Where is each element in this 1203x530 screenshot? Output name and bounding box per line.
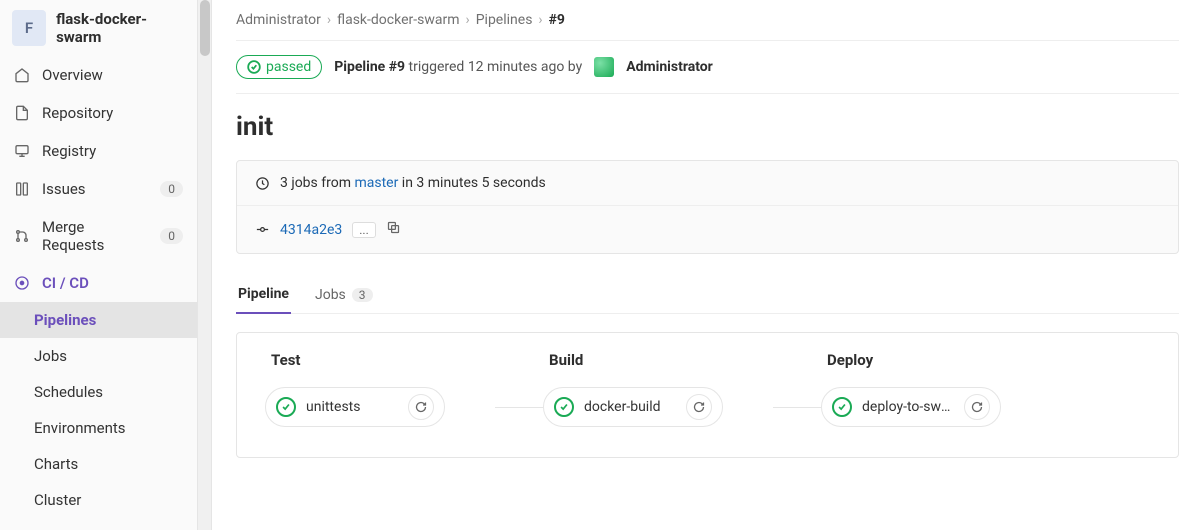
subnav-schedules[interactable]: Schedules <box>0 374 197 410</box>
cicd-icon <box>14 275 30 291</box>
user-avatar[interactable] <box>594 57 614 77</box>
stage-connector <box>495 407 543 408</box>
status-passed-icon <box>276 397 296 417</box>
sidebar-item-issues[interactable]: Issues 0 <box>0 170 197 208</box>
job-name: unittests <box>306 399 398 415</box>
retry-button[interactable] <box>964 394 990 420</box>
commit-title: init <box>236 112 1179 142</box>
retry-icon <box>693 401 705 413</box>
stage-title: Deploy <box>821 351 1051 369</box>
sidebar-item-overview[interactable]: Overview <box>0 56 197 94</box>
breadcrumb-project[interactable]: flask-docker-swarm <box>337 12 459 28</box>
job-unittests[interactable]: unittests <box>265 387 445 427</box>
expand-message-button[interactable]: ... <box>352 222 376 238</box>
tab-label: Jobs <box>315 287 346 303</box>
pipeline-number: Pipeline #9 <box>334 59 405 75</box>
retry-icon <box>415 401 427 413</box>
retry-button[interactable] <box>686 394 712 420</box>
merge-icon <box>14 228 30 244</box>
chevron-right-icon: › <box>465 12 469 28</box>
pipeline-info-box: 3 jobs from master in 3 minutes 5 second… <box>236 160 1179 254</box>
file-icon <box>14 105 30 121</box>
stage-build: Build docker-build <box>543 351 773 427</box>
job-name: docker-build <box>584 399 676 415</box>
job-docker-build[interactable]: docker-build <box>543 387 723 427</box>
status-passed-icon <box>832 397 852 417</box>
subnav-pipelines[interactable]: Pipelines <box>0 302 197 338</box>
branch-link[interactable]: master <box>354 175 398 191</box>
copy-icon <box>386 220 401 235</box>
nav-label: Repository <box>42 104 113 122</box>
subnav-cluster[interactable]: Cluster <box>0 482 197 518</box>
jobs-summary-row: 3 jobs from master in 3 minutes 5 second… <box>237 161 1178 205</box>
project-name: flask-docker-swarm <box>56 10 185 46</box>
nav-label: Issues <box>42 180 86 198</box>
jobs-count-badge: 3 <box>352 288 373 302</box>
by-label: by <box>564 59 582 75</box>
job-name: deploy-to-swarm <box>862 399 954 415</box>
status-badge-passed[interactable]: passed <box>236 55 322 79</box>
duration-prefix: in <box>398 175 416 191</box>
stage-title: Test <box>265 351 495 369</box>
status-text: passed <box>266 59 311 75</box>
project-avatar: F <box>12 10 46 46</box>
jobs-count-text: 3 jobs from <box>280 175 354 191</box>
subnav-environments[interactable]: Environments <box>0 410 197 446</box>
status-passed-icon <box>554 397 574 417</box>
stage-test: Test unittests <box>265 351 495 427</box>
commit-row: 4314a2e3 ... <box>237 205 1178 253</box>
job-deploy-to-swarm[interactable]: deploy-to-swarm <box>821 387 1001 427</box>
breadcrumb-current: #9 <box>549 12 565 28</box>
pipeline-graph: Test unittests Build docker-build Deploy <box>236 332 1179 458</box>
breadcrumb: Administrator › flask-docker-swarm › Pip… <box>236 12 1179 41</box>
stage-title: Build <box>543 351 773 369</box>
issues-badge: 0 <box>160 181 183 197</box>
breadcrumb-root[interactable]: Administrator <box>236 12 321 28</box>
stage-connector <box>773 407 821 408</box>
monitor-icon <box>14 143 30 159</box>
tab-pipeline[interactable]: Pipeline <box>236 276 291 314</box>
mr-badge: 0 <box>160 228 183 244</box>
stage-deploy: Deploy deploy-to-swarm <box>821 351 1051 427</box>
project-header[interactable]: F flask-docker-swarm <box>0 0 197 56</box>
triggered-by-user[interactable]: Administrator <box>626 59 713 75</box>
sidebar-scrollbar[interactable] <box>198 0 212 530</box>
sidebar: F flask-docker-swarm Overview Repository… <box>0 0 198 530</box>
time-ago: 12 minutes ago <box>468 59 565 75</box>
home-icon <box>14 67 30 83</box>
sidebar-item-repository[interactable]: Repository <box>0 94 197 132</box>
sidebar-item-cicd[interactable]: CI / CD <box>0 264 197 302</box>
issues-icon <box>14 181 30 197</box>
pipeline-header: passed Pipeline #9 triggered 12 minutes … <box>236 41 1179 94</box>
retry-icon <box>971 401 983 413</box>
subnav-charts[interactable]: Charts <box>0 446 197 482</box>
commit-icon <box>255 222 270 237</box>
nav-label: Merge Requests <box>42 218 148 254</box>
nav-label: CI / CD <box>42 274 89 292</box>
clock-icon <box>255 176 270 191</box>
tab-jobs[interactable]: Jobs 3 <box>313 276 375 313</box>
breadcrumb-section[interactable]: Pipelines <box>476 12 533 28</box>
chevron-right-icon: › <box>327 12 331 28</box>
nav-label: Overview <box>42 66 103 84</box>
subnav-jobs[interactable]: Jobs <box>0 338 197 374</box>
duration-text: 3 minutes 5 seconds <box>416 175 545 191</box>
copy-sha-button[interactable] <box>386 220 401 239</box>
triggered-label: triggered <box>405 59 468 75</box>
tabs: Pipeline Jobs 3 <box>236 276 1179 314</box>
main-content: Administrator › flask-docker-swarm › Pip… <box>212 0 1203 530</box>
retry-button[interactable] <box>408 394 434 420</box>
tab-label: Pipeline <box>238 286 289 302</box>
chevron-right-icon: › <box>538 12 542 28</box>
nav-label: Registry <box>42 142 96 160</box>
scrollbar-thumb[interactable] <box>200 0 210 56</box>
sidebar-item-registry[interactable]: Registry <box>0 132 197 170</box>
commit-sha-link[interactable]: 4314a2e3 <box>280 222 342 238</box>
sidebar-item-merge-requests[interactable]: Merge Requests 0 <box>0 208 197 264</box>
check-circle-icon <box>247 60 261 74</box>
